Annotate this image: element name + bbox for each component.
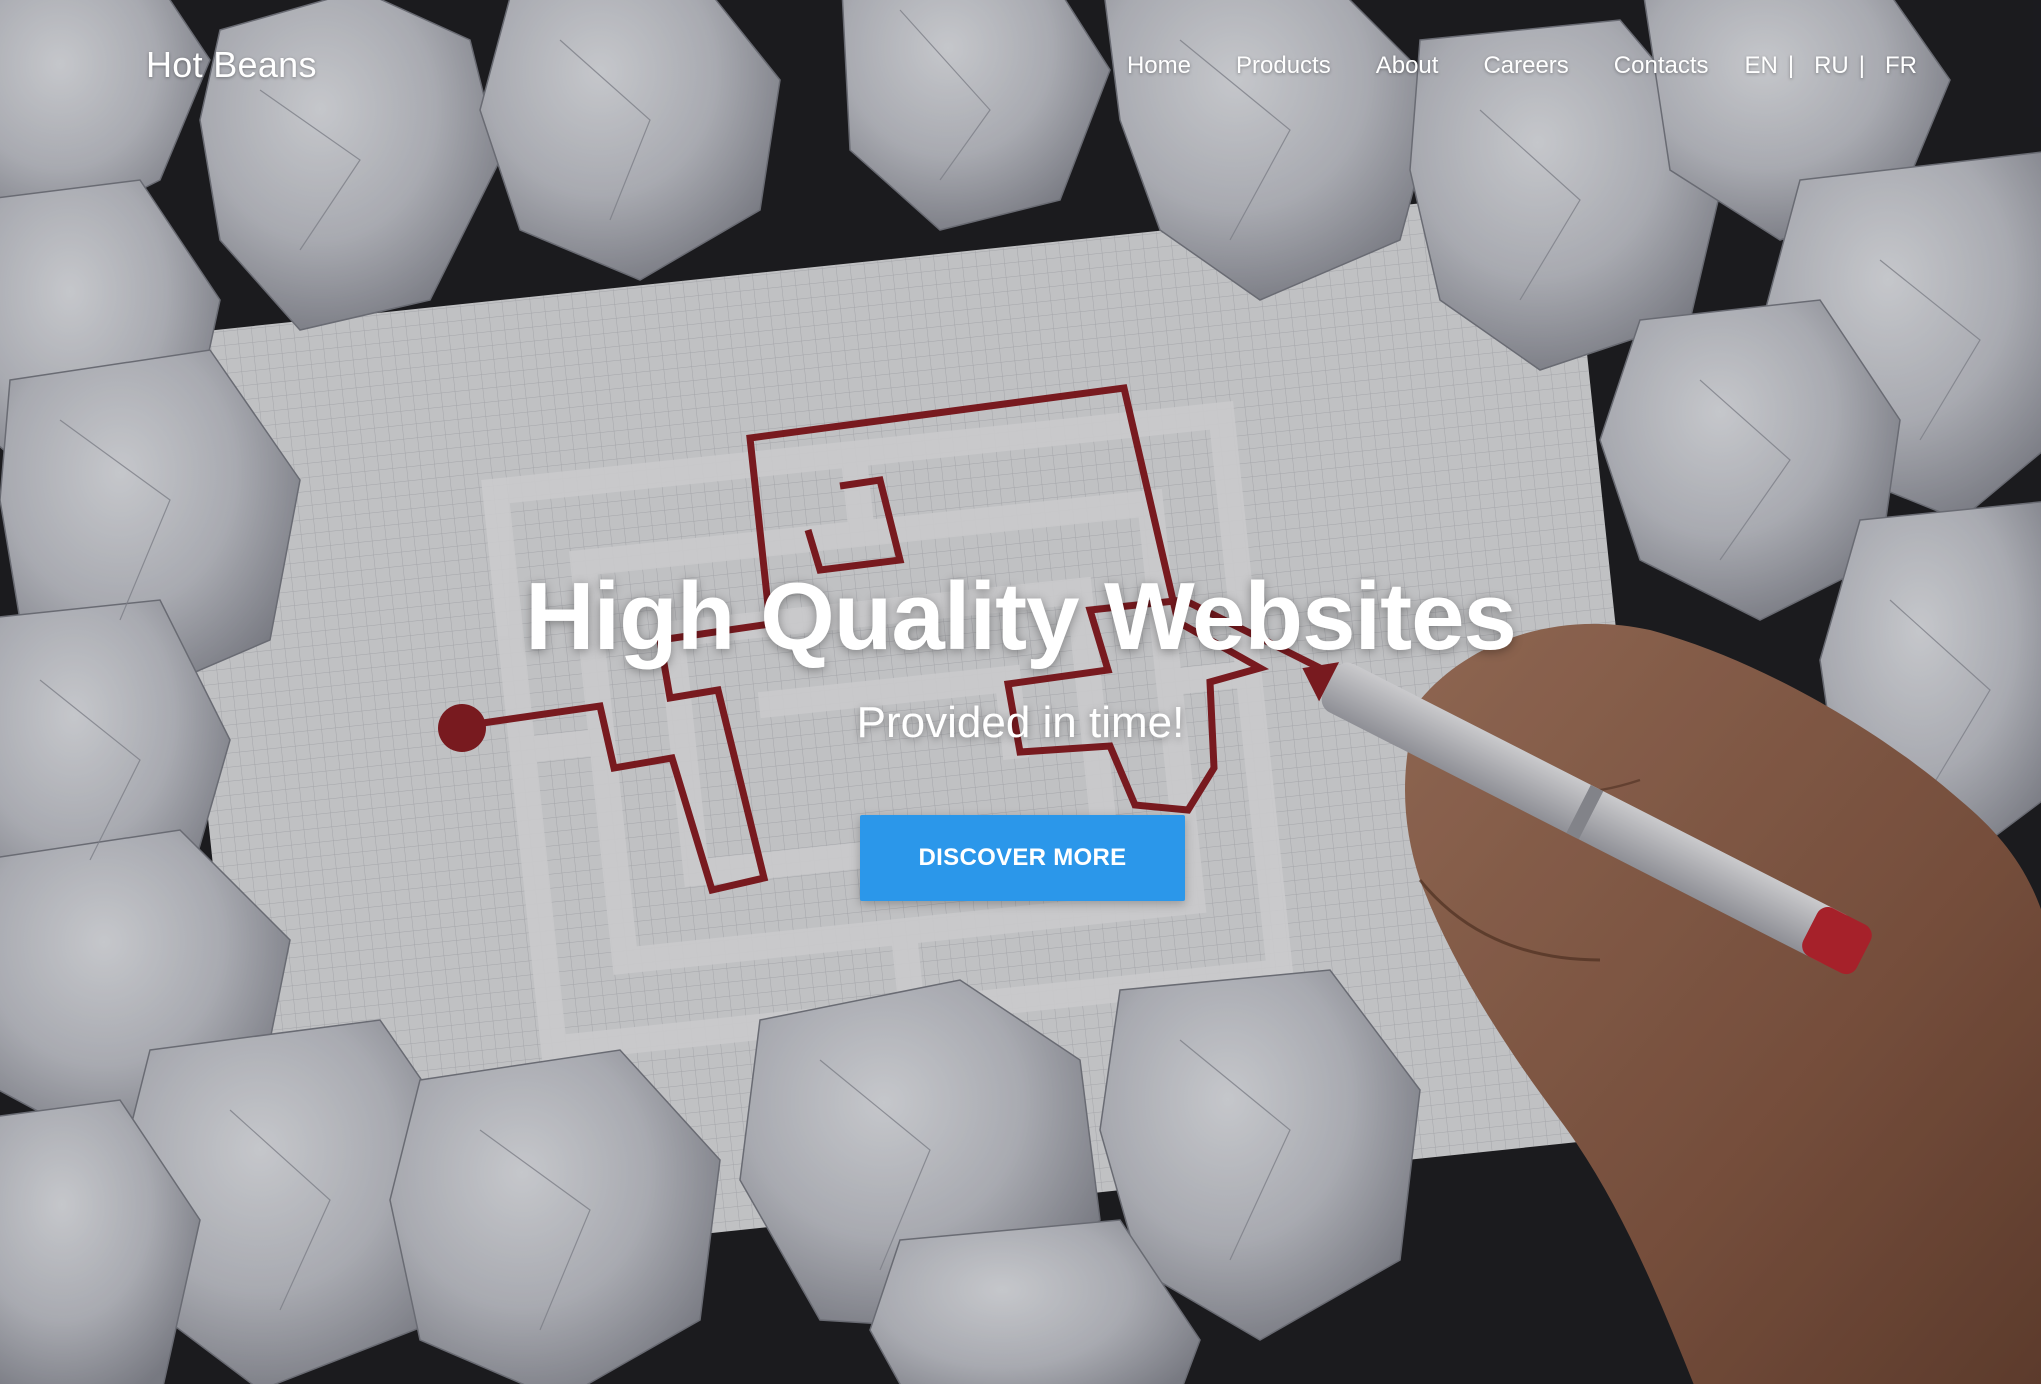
language-option-en[interactable]: EN (1745, 52, 1778, 80)
nav-item-about[interactable]: About (1376, 52, 1439, 80)
main-navigation: Home Products About Careers Contacts EN … (1082, 52, 1917, 80)
language-separator: | (1787, 52, 1795, 79)
language-switcher: EN | RU | FR (1745, 52, 1917, 80)
site-header: Hot Beans Home Products About Careers Co… (0, 0, 2041, 134)
language-separator: | (1858, 52, 1865, 79)
nav-item-home[interactable]: Home (1127, 52, 1191, 80)
discover-more-button[interactable]: DISCOVER MORE (860, 815, 1185, 901)
hero-subheadline: Provided in time! (856, 698, 1185, 747)
language-option-fr[interactable]: FR (1885, 52, 1917, 80)
nav-item-products[interactable]: Products (1236, 52, 1331, 80)
nav-item-careers[interactable]: Careers (1483, 52, 1568, 80)
hero-headline: High Quality Websites (525, 563, 1517, 670)
brand-logo[interactable]: Hot Beans (146, 44, 317, 86)
hero-section: Hot Beans Home Products About Careers Co… (0, 0, 2041, 1384)
hero-dark-overlay (0, 0, 2041, 1384)
nav-item-contacts[interactable]: Contacts (1614, 52, 1709, 80)
language-option-ru[interactable]: RU (1814, 52, 1849, 80)
